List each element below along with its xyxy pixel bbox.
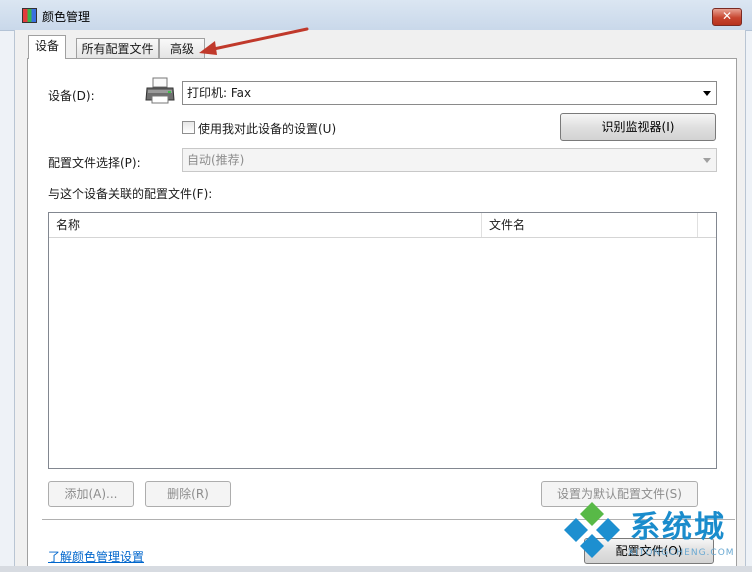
column-header-name[interactable]: 名称 (49, 213, 481, 237)
use-my-settings-checkbox[interactable] (182, 121, 195, 134)
list-header: 名称 文件名 (49, 213, 716, 238)
associated-profiles-label: 与这个设备关联的配置文件(F): (48, 187, 213, 201)
printer-icon (145, 77, 175, 104)
remove-button[interactable]: 删除(R) (145, 481, 231, 507)
column-header-filename[interactable]: 文件名 (482, 213, 696, 237)
window-title: 颜色管理 (42, 10, 91, 24)
tab-all-profiles[interactable]: 所有配置文件 (76, 38, 159, 58)
chevron-down-icon (703, 91, 711, 96)
profile-selection-value: 自动(推荐) (187, 153, 245, 167)
taskbar-strip (0, 566, 752, 572)
use-my-settings-label[interactable]: 使用我对此设备的设置(U) (198, 120, 336, 137)
annotation-arrow-icon (199, 27, 309, 55)
close-button[interactable]: ✕ (712, 8, 742, 26)
device-select[interactable]: 打印机: Fax (182, 81, 717, 105)
device-select-value: 打印机: Fax (187, 86, 252, 100)
watermark-subtext: XITONGCHENG.COM (628, 548, 735, 558)
profile-selection-label: 配置文件选择(P): (48, 156, 141, 170)
column-divider[interactable] (697, 213, 698, 237)
chevron-down-icon (703, 158, 711, 163)
tab-device[interactable]: 设备 (28, 35, 66, 59)
device-label: 设备(D): (48, 89, 95, 103)
watermark-text: 系统城 (630, 510, 726, 545)
color-management-icon (22, 8, 37, 23)
learn-color-management-link[interactable]: 了解颜色管理设置 (48, 548, 144, 565)
profiles-list[interactable]: 名称 文件名 (48, 212, 717, 469)
title-bar: 颜色管理 ✕ (0, 0, 752, 31)
profile-selection-select[interactable]: 自动(推荐) (182, 148, 717, 172)
identify-monitors-button[interactable]: 识别监视器(I) (560, 113, 716, 141)
add-button[interactable]: 添加(A)... (48, 481, 134, 507)
